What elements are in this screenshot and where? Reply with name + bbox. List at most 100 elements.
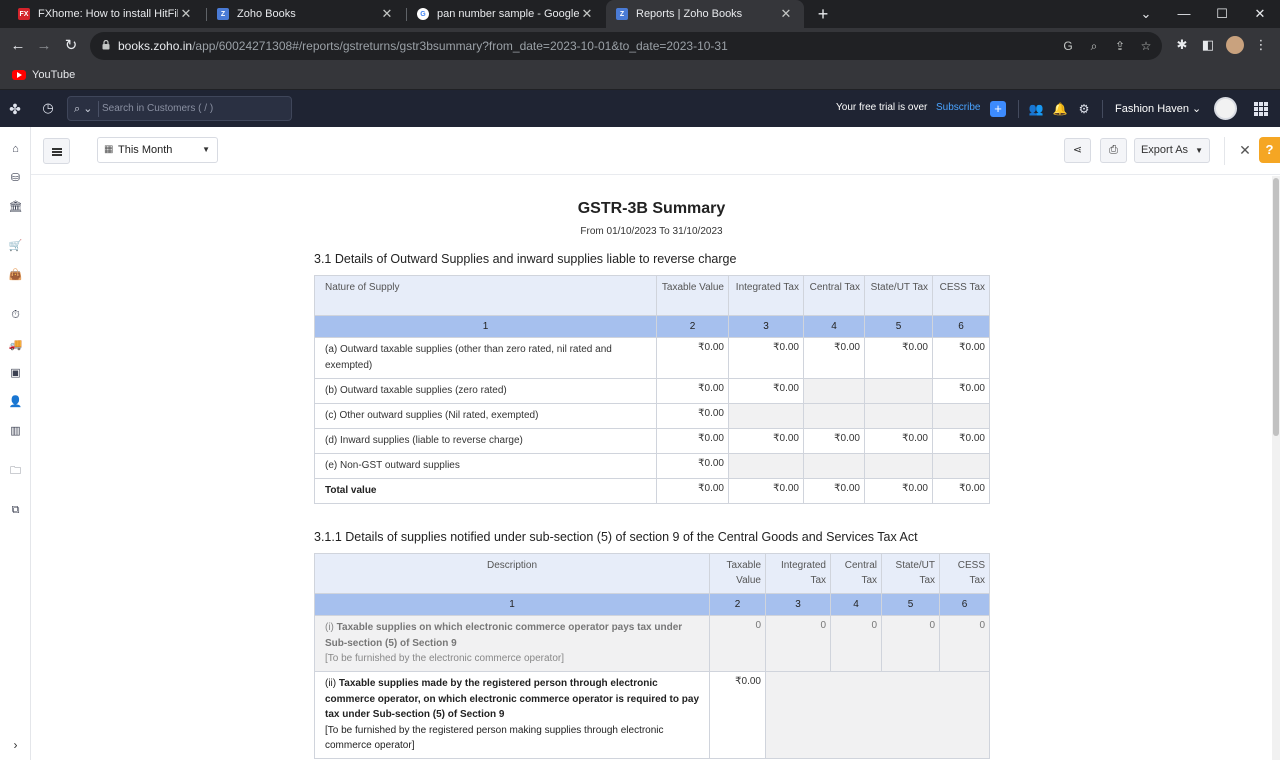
- close-tab-icon[interactable]: ✕: [579, 6, 595, 22]
- column-header: Description: [314, 553, 710, 594]
- organization-switcher[interactable]: Fashion Haven ⌄: [1115, 102, 1201, 115]
- recent-history-icon[interactable]: ◷: [40, 100, 56, 116]
- search-input[interactable]: [102, 99, 287, 118]
- column-number-row: 1 2 3 4 5 6: [314, 593, 990, 616]
- value-cell[interactable]: ₹0.00: [932, 428, 990, 454]
- documents-folder-icon[interactable]: 🗀: [8, 464, 23, 479]
- users-icon[interactable]: 👥: [1028, 101, 1044, 117]
- value-cell[interactable]: ₹0.00: [728, 337, 804, 379]
- empty-cell: [765, 671, 990, 759]
- reload-icon[interactable]: ↻: [61, 36, 81, 56]
- tab-search-chevron-icon[interactable]: ⌄: [1134, 4, 1158, 24]
- value-cell: 0: [881, 615, 940, 672]
- value-cell[interactable]: ₹0.00: [656, 428, 729, 454]
- close-window-icon[interactable]: ✕: [1248, 4, 1272, 24]
- export-as-button[interactable]: Export As ▼: [1134, 138, 1210, 163]
- table-row: (i) Taxable supplies on which electronic…: [314, 615, 990, 672]
- minimize-window-icon[interactable]: —: [1172, 4, 1196, 24]
- banking-icon[interactable]: 🏛: [8, 200, 23, 215]
- column-number: 1: [314, 315, 657, 338]
- value-cell: 0: [830, 615, 882, 672]
- empty-cell: [864, 378, 933, 404]
- zoom-icon[interactable]: ⌕: [1086, 38, 1102, 54]
- close-tab-icon[interactable]: ✕: [778, 6, 794, 22]
- description-cell: (i) Taxable supplies on which electronic…: [314, 615, 710, 672]
- scrollbar-thumb[interactable]: [1273, 178, 1279, 436]
- browser-tab-fxhome[interactable]: FX FXhome: How to install HitFilm ✕: [8, 0, 204, 28]
- value-cell[interactable]: ₹0.00: [864, 428, 933, 454]
- browser-tab-reports[interactable]: Z Reports | Zoho Books ✕: [606, 0, 804, 28]
- value-cell[interactable]: ₹0.00: [864, 337, 933, 379]
- eway-bills-truck-icon[interactable]: 🚚: [8, 338, 23, 353]
- side-panel-icon[interactable]: ◧: [1199, 36, 1217, 54]
- value-cell[interactable]: ₹0.00: [728, 378, 804, 404]
- apps-grid-icon[interactable]: [1254, 102, 1268, 116]
- column-number: 2: [709, 593, 766, 616]
- sales-cart-icon[interactable]: 🛒: [8, 239, 23, 254]
- bookmark-star-icon[interactable]: ☆: [1138, 38, 1154, 54]
- maximize-window-icon[interactable]: ☐: [1210, 4, 1234, 24]
- new-tab-button[interactable]: +: [814, 4, 832, 24]
- browser-menu-icon[interactable]: ⋮: [1252, 36, 1270, 54]
- bookmark-youtube[interactable]: YouTube: [12, 69, 75, 81]
- value-cell[interactable]: ₹0.00: [728, 428, 804, 454]
- help-button[interactable]: ?: [1259, 137, 1280, 163]
- extensions-puzzle-icon[interactable]: ✱: [1173, 36, 1191, 54]
- accountant-icon[interactable]: ▣: [8, 366, 23, 381]
- column-header: CESS Tax: [939, 553, 990, 594]
- print-button[interactable]: ⎙: [1100, 138, 1127, 163]
- quick-create-plus-button[interactable]: +: [990, 101, 1006, 117]
- profile-avatar-icon[interactable]: [1226, 36, 1244, 54]
- share-report-button[interactable]: ⋖: [1064, 138, 1091, 163]
- user-avatar[interactable]: [1214, 97, 1237, 120]
- report-date-range: From 01/10/2023 To 31/10/2023: [580, 226, 723, 237]
- value-cell: ₹0.00: [864, 478, 933, 504]
- value-cell[interactable]: ₹0.00: [932, 378, 990, 404]
- purchases-bag-icon[interactable]: 👜: [8, 268, 23, 283]
- expand-sidebar-chevron-icon[interactable]: ›: [8, 738, 23, 753]
- subscribe-link[interactable]: Subscribe: [936, 102, 980, 113]
- share-nodes-icon: ⋖: [1072, 144, 1083, 156]
- row-description: Taxable supplies made by the registered …: [325, 678, 700, 720]
- notifications-bell-icon[interactable]: 🔔: [1052, 101, 1068, 117]
- value-cell[interactable]: ₹0.00: [932, 337, 990, 379]
- browser-tab-zoho-books[interactable]: Z Zoho Books ✕: [207, 0, 405, 28]
- reports-users-icon[interactable]: 👤: [8, 395, 23, 410]
- column-header: Central Tax: [803, 275, 865, 316]
- value-cell[interactable]: ₹0.00: [656, 453, 729, 479]
- value-cell[interactable]: ₹0.00: [656, 337, 729, 379]
- close-report-icon[interactable]: ✕: [1238, 143, 1252, 157]
- reports-chart-icon[interactable]: ▥: [8, 424, 23, 439]
- row-note: [To be furnished by the electronic comme…: [325, 653, 565, 664]
- column-header: CESS Tax: [932, 275, 990, 316]
- back-arrow-icon[interactable]: ←: [8, 36, 28, 56]
- value-cell[interactable]: ₹0.00: [803, 428, 865, 454]
- time-tracking-icon[interactable]: ⏱: [8, 308, 23, 323]
- browser-toolbar: ← → ↻ books.zoho.in/app/60024271308#/rep…: [0, 28, 1280, 64]
- page-scrollbar[interactable]: [1272, 176, 1280, 760]
- apps-integration-icon[interactable]: ⧉: [8, 503, 23, 518]
- value-cell[interactable]: ₹0.00: [656, 378, 729, 404]
- google-lens-icon[interactable]: G: [1060, 38, 1076, 54]
- close-tab-icon[interactable]: ✕: [178, 6, 194, 22]
- caret-down-icon: ▼: [1195, 146, 1204, 155]
- column-header: State/UT Tax: [864, 275, 933, 316]
- settings-gear-icon[interactable]: ⚙: [1076, 101, 1092, 117]
- empty-cell: [932, 453, 990, 479]
- value-cell[interactable]: ₹0.00: [709, 671, 766, 759]
- close-tab-icon[interactable]: ✕: [379, 6, 395, 22]
- address-bar[interactable]: books.zoho.in/app/60024271308#/reports/g…: [90, 32, 1162, 60]
- table-header-row: Description Taxable Value Integrated Tax…: [314, 553, 990, 594]
- value-cell[interactable]: ₹0.00: [803, 337, 865, 379]
- forward-arrow-icon[interactable]: →: [34, 36, 54, 56]
- items-icon[interactable]: ⛁: [8, 171, 23, 186]
- share-icon[interactable]: ⇪: [1112, 38, 1128, 54]
- total-row: Total value ₹0.00 ₹0.00 ₹0.00 ₹0.00 ₹0.0…: [314, 478, 990, 504]
- period-select[interactable]: ▦ This Month ▼: [97, 137, 218, 163]
- report-menu-hamburger-icon[interactable]: [43, 138, 70, 164]
- search-filter-dropdown-icon[interactable]: ⌕ ⌄: [74, 102, 92, 116]
- browser-tab-google-search[interactable]: G pan number sample - Google Se ✕: [407, 0, 605, 28]
- home-icon[interactable]: ⌂: [8, 142, 23, 157]
- zoho-books-logo-icon[interactable]: ✤: [6, 100, 24, 118]
- value-cell[interactable]: ₹0.00: [656, 403, 729, 429]
